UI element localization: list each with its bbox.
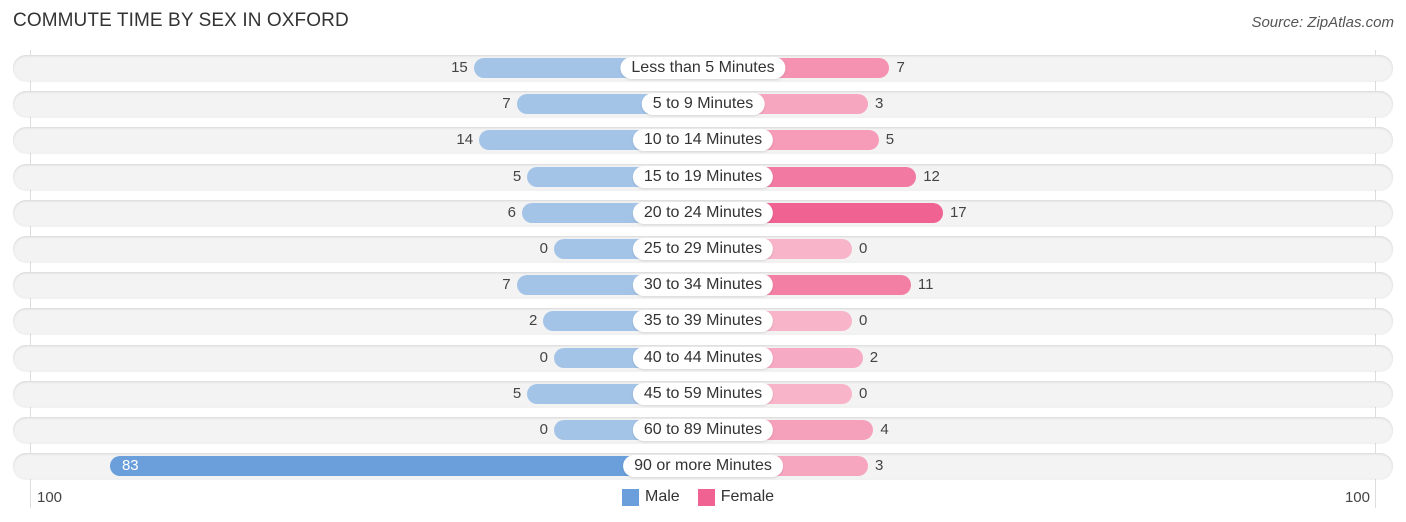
value-label-female: 0 [859, 384, 868, 402]
category-label: 20 to 24 Minutes [632, 201, 774, 224]
legend-item-female: Female [697, 488, 775, 506]
value-label-male: 15 [451, 59, 468, 76]
category-label: 35 to 39 Minutes [632, 310, 774, 333]
legend-item-male: Male [622, 488, 680, 506]
legend-label-male: Male [645, 488, 680, 505]
value-label-female: 0 [859, 240, 868, 257]
category-label: 60 to 89 Minutes [632, 419, 774, 441]
value-label-female: 3 [875, 457, 884, 475]
category-label: Less than 5 Minutes [620, 57, 786, 79]
legend: Male Female [622, 488, 784, 506]
category-label: 15 to 19 Minutes [632, 165, 774, 188]
value-label-female: 2 [869, 348, 879, 366]
value-label-male: 0 [539, 240, 548, 257]
value-label-male: 5 [512, 167, 522, 185]
category-label: 45 to 59 Minutes [632, 382, 774, 405]
value-label-male: 7 [502, 95, 511, 113]
value-label-female: 7 [896, 59, 905, 76]
value-label-female: 11 [917, 276, 934, 294]
value-label-male: 0 [539, 348, 548, 366]
value-label-female: 4 [880, 421, 889, 438]
category-label: 25 to 29 Minutes [632, 238, 774, 260]
value-label-male: 2 [528, 312, 538, 330]
value-label-male: 14 [456, 131, 474, 149]
legend-label-female: Female [720, 488, 775, 505]
legend-swatch-male [622, 488, 639, 506]
category-label: 30 to 34 Minutes [632, 274, 774, 297]
chart-title: COMMUTE TIME BY SEX IN OXFORD [13, 10, 349, 31]
axis-tick-left: 100 [37, 489, 63, 506]
category-label: 5 to 9 Minutes [641, 93, 765, 116]
category-label: 90 or more Minutes [623, 455, 783, 478]
value-label-male: 7 [502, 276, 511, 294]
category-label: 40 to 44 Minutes [632, 346, 774, 369]
value-label-male: 83 [121, 457, 139, 475]
value-label-male: 6 [507, 203, 516, 221]
bar-male [109, 456, 703, 477]
axis-tick-right: 100 [1344, 489, 1370, 506]
value-label-female: 5 [885, 131, 895, 149]
value-label-male: 5 [512, 384, 522, 402]
value-label-female: 12 [923, 167, 940, 185]
value-label-female: 0 [859, 312, 868, 330]
source-label: Source: ZipAtlas.com [1251, 14, 1394, 31]
value-label-female: 17 [949, 203, 967, 221]
legend-swatch-female [697, 488, 715, 506]
value-label-female: 3 [875, 95, 884, 113]
value-label-male: 0 [539, 421, 548, 438]
category-label: 10 to 14 Minutes [632, 129, 774, 152]
